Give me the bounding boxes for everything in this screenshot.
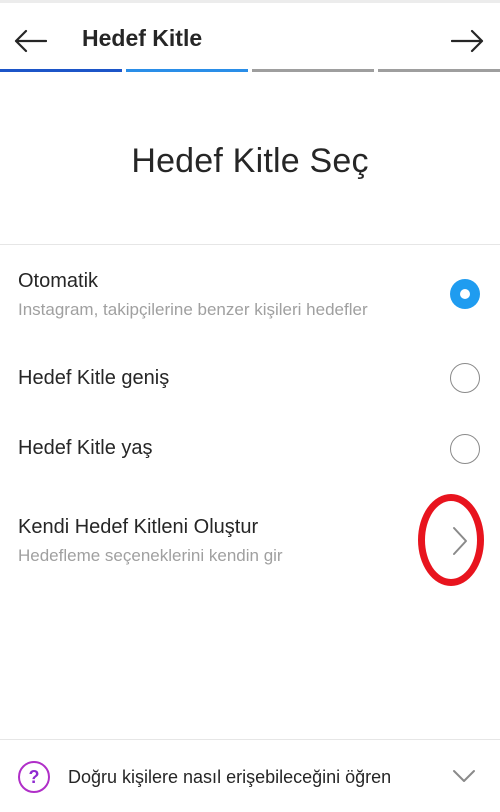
section-heading: Hedef Kitle Seç (131, 142, 369, 180)
help-footer[interactable]: ? Doğru kişilere nasıl erişebileceğini ö… (0, 740, 500, 812)
radio-button[interactable] (450, 434, 480, 464)
progress-step-2 (126, 69, 248, 72)
progress-step-4 (378, 69, 500, 72)
option-label: Kendi Hedef Kitleni Oluştur (18, 516, 259, 538)
top-bar: Hedef Kitle (0, 0, 500, 70)
option-audience-broad[interactable]: Hedef Kitle geniş (0, 358, 500, 402)
option-audience-age[interactable]: Hedef Kitle yaş (0, 428, 500, 472)
progress-step-1 (0, 69, 122, 72)
help-link-text[interactable]: Doğru kişilere nasıl erişebileceğini öğr… (68, 767, 391, 788)
option-description: Hedefleme seçeneklerini kendin gir (18, 546, 283, 565)
option-label: Otomatik (18, 270, 99, 292)
chevron-right-icon[interactable] (450, 525, 470, 557)
back-button[interactable] (10, 23, 50, 59)
help-icon: ? (18, 761, 50, 793)
next-button[interactable] (448, 23, 488, 59)
page-title: Hedef Kitle (82, 25, 203, 51)
option-label: Hedef Kitle yaş (18, 437, 153, 459)
chevron-down-icon[interactable] (452, 768, 476, 784)
arrow-right-icon (451, 29, 484, 53)
option-automatic[interactable]: Otomatik Instagram, takipçilerine benzer… (0, 258, 500, 326)
divider (0, 244, 500, 245)
arrow-left-icon (14, 29, 47, 53)
radio-button-selected[interactable] (450, 279, 480, 309)
step-progress-bar (0, 69, 500, 73)
progress-step-3 (252, 69, 374, 72)
option-description: Instagram, takipçilerine benzer kişileri… (18, 300, 368, 319)
radio-button[interactable] (450, 363, 480, 393)
option-label: Hedef Kitle geniş (18, 367, 170, 389)
